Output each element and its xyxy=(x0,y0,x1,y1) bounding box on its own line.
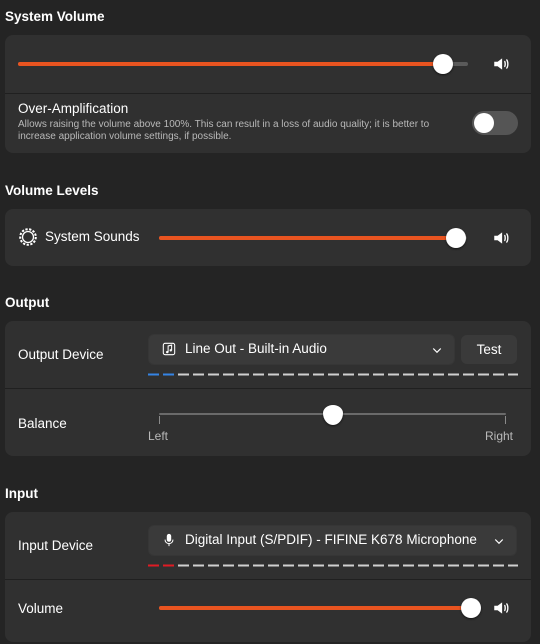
output-device-value: Line Out - Built-in Audio xyxy=(185,341,327,356)
over-amplification-toggle[interactable] xyxy=(472,111,518,135)
input-title: Input xyxy=(5,486,38,501)
music-note-icon xyxy=(162,342,176,356)
system-sounds-slider-handle[interactable] xyxy=(446,228,467,248)
balance-label: Balance xyxy=(18,416,67,431)
test-button[interactable]: Test xyxy=(461,335,517,364)
input-volume-slider[interactable] xyxy=(159,606,479,610)
speaker-icon[interactable] xyxy=(492,55,510,73)
volume-levels-card: System Sounds xyxy=(5,209,531,266)
input-device-value: Digital Input (S/PDIF) - FIFINE K678 Mic… xyxy=(185,532,477,547)
input-level-meter xyxy=(148,564,518,567)
output-level-meter xyxy=(148,373,518,376)
system-volume-card: Over-Amplification Allows raising the vo… xyxy=(5,35,531,153)
output-title: Output xyxy=(5,295,50,310)
balance-left-label: Left xyxy=(148,429,169,443)
microphone-icon xyxy=(164,533,174,547)
balance-right-label: Right xyxy=(484,429,513,443)
system-sounds-label: System Sounds xyxy=(45,229,140,244)
chevron-down-icon xyxy=(494,539,504,545)
input-device-label: Input Device xyxy=(18,538,94,553)
input-volume-label: Volume xyxy=(18,601,64,616)
balance-slider-handle[interactable] xyxy=(322,405,343,425)
output-device-label: Output Device xyxy=(18,347,104,362)
system-volume-title: System Volume xyxy=(5,9,105,24)
input-volume-slider-handle[interactable] xyxy=(461,598,481,618)
output-card: Output Device Line Out - Built-in Audio … xyxy=(5,321,531,456)
volume-levels-title: Volume Levels xyxy=(5,183,99,198)
system-sounds-slider[interactable] xyxy=(159,236,467,240)
over-amplification-description: Allows raising the volume above 100%. Th… xyxy=(18,119,430,142)
system-volume-slider-handle[interactable] xyxy=(433,54,454,74)
output-device-dropdown[interactable]: Line Out - Built-in Audio xyxy=(148,334,455,365)
input-card: Input Device Digital Input (S/PDIF) - FI… xyxy=(5,512,531,642)
speaker-icon[interactable] xyxy=(492,229,510,247)
speaker-icon[interactable] xyxy=(492,599,510,617)
chevron-down-icon xyxy=(432,348,442,354)
gear-icon xyxy=(19,228,37,246)
input-device-dropdown[interactable]: Digital Input (S/PDIF) - FIFINE K678 Mic… xyxy=(148,525,517,556)
over-amplification-row: Over-Amplification Allows raising the vo… xyxy=(5,94,531,153)
over-amplification-label: Over-Amplification xyxy=(18,101,129,116)
system-volume-row xyxy=(5,35,531,93)
system-volume-slider[interactable] xyxy=(18,62,468,66)
